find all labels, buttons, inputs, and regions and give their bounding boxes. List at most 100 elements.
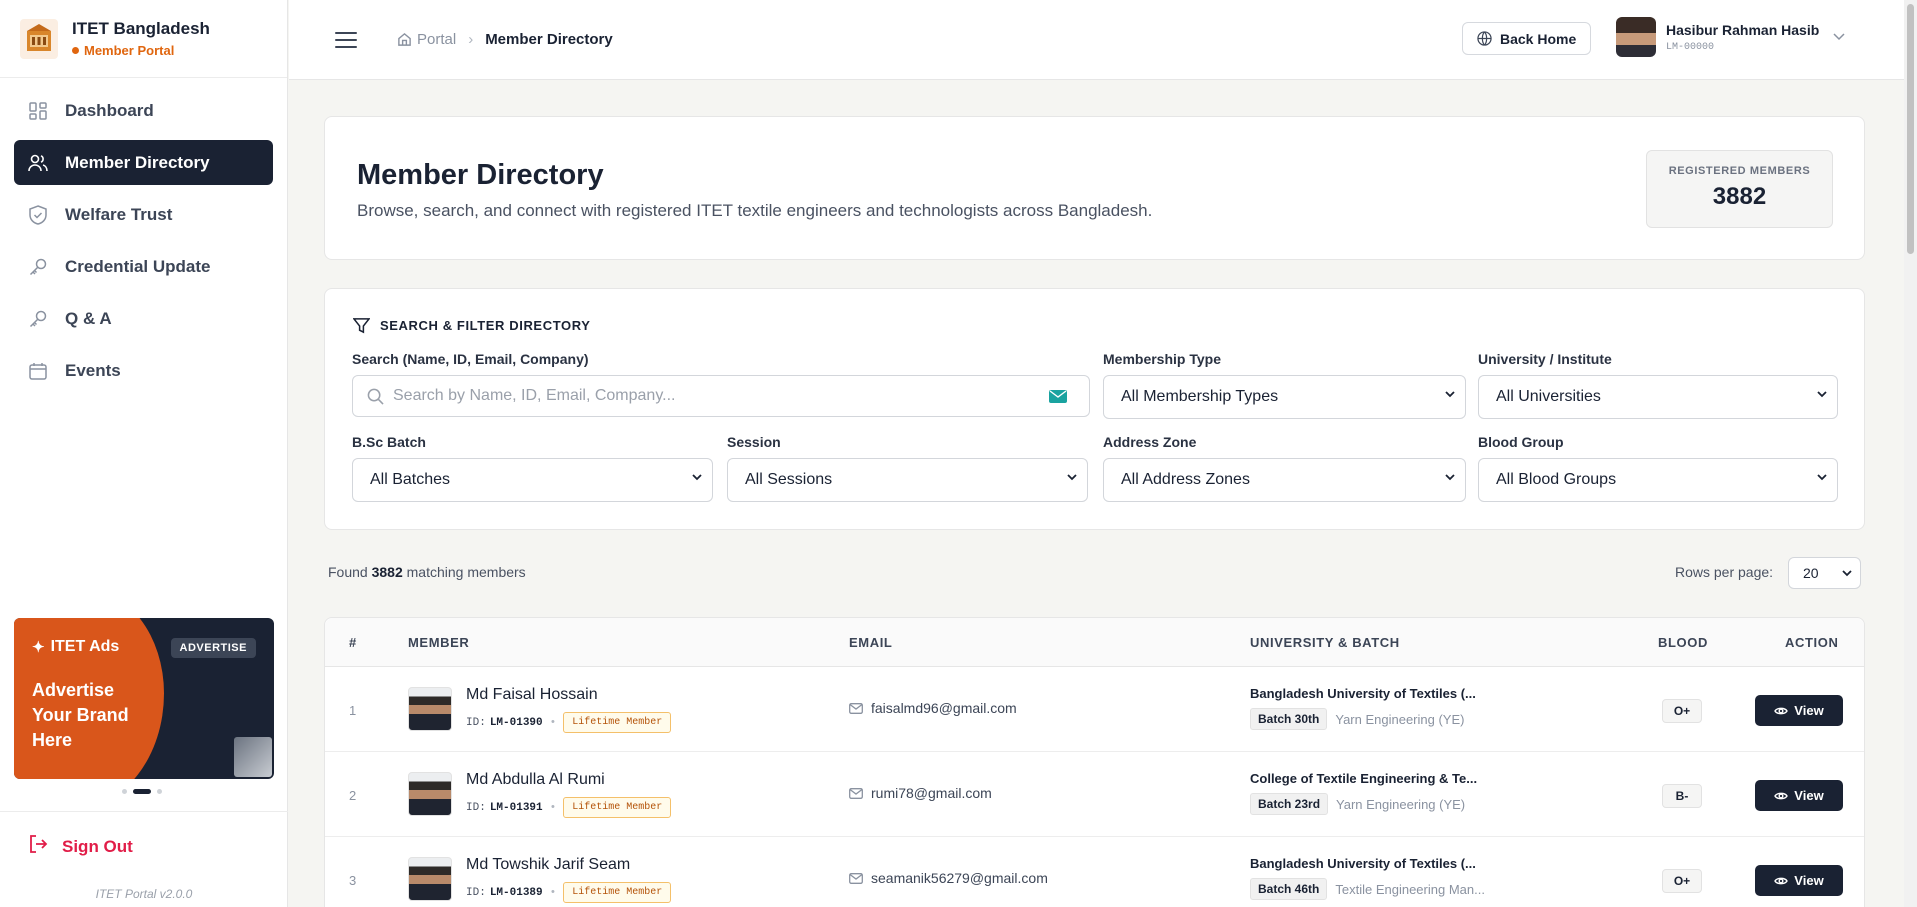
blood-group-select[interactable]: All Blood Groups: [1478, 458, 1838, 502]
ad-image: [234, 737, 272, 777]
brand[interactable]: ITET Bangladesh Member Portal: [0, 0, 287, 78]
column-header-email: EMAIL: [849, 635, 893, 650]
blood-group-value: All Blood Groups: [1496, 471, 1617, 488]
sidebar-item-welfare-trust[interactable]: Welfare Trust: [14, 192, 273, 237]
sidebar-item-dashboard[interactable]: Dashboard: [14, 88, 273, 133]
carousel-dot[interactable]: [122, 789, 127, 794]
sidebar-footer: Sign Out ITET Portal v2.0.0: [0, 811, 288, 901]
view-label: View: [1794, 788, 1824, 803]
member-university: Bangladesh University of Textiles (...: [1250, 686, 1476, 701]
sidebar-item-label: Dashboard: [65, 100, 154, 120]
table-row[interactable]: 2 Md Abdulla Al Rumi ID: LM-01391 • Life…: [325, 752, 1864, 837]
id-prefix: ID:: [466, 801, 486, 814]
member-email[interactable]: faisalmd96@gmail.com: [849, 700, 1017, 716]
table-row[interactable]: 3 Md Towshik Jarif Seam ID: LM-01389 • L…: [325, 837, 1864, 907]
menu-toggle-icon[interactable]: [335, 31, 357, 48]
view-label: View: [1794, 873, 1824, 888]
user-menu[interactable]: Hasibur Rahman Hasib LM-00000: [1616, 17, 1845, 57]
member-name: Md Faisal Hossain: [466, 686, 598, 703]
sidebar-item-q-and-a[interactable]: Q & A: [14, 296, 273, 341]
member-name: Md Towshik Jarif Seam: [466, 856, 631, 873]
home-icon: [398, 32, 411, 46]
brand-title: ITET Bangladesh: [72, 19, 210, 38]
rows-per-page-select[interactable]: 20: [1788, 557, 1861, 589]
member-meta: ID: LM-01391 • Lifetime Member: [466, 797, 672, 818]
sidebar-item-label: Credential Update: [65, 256, 211, 276]
ad-banner[interactable]: ✦ ITET Ads ADVERTISE Advertise Your Brand…: [14, 618, 274, 779]
view-label: View: [1794, 703, 1824, 718]
address-zone-select[interactable]: All Address Zones: [1103, 458, 1466, 502]
batch-tag: Batch 30th: [1250, 708, 1328, 730]
carousel-dot-active[interactable]: [133, 789, 151, 794]
sidebar-item-member-directory[interactable]: Member Directory: [14, 140, 273, 185]
breadcrumb-portal[interactable]: Portal: [397, 31, 456, 48]
advertise-badge[interactable]: ADVERTISE: [170, 638, 256, 658]
membership-type-value: All Membership Types: [1121, 388, 1279, 405]
bullet-separator: •: [549, 801, 557, 814]
eye-icon: [1774, 877, 1789, 884]
stat-label: REGISTERED MEMBERS: [1668, 165, 1811, 177]
page-scrollbar[interactable]: [1904, 0, 1917, 907]
id-prefix: ID:: [466, 886, 486, 899]
member-email[interactable]: rumi78@gmail.com: [849, 785, 992, 801]
view-button[interactable]: View: [1755, 780, 1843, 811]
member-university: Bangladesh University of Textiles (...: [1250, 856, 1476, 871]
carousel-dot[interactable]: [157, 789, 162, 794]
mail-icon: [849, 872, 863, 884]
member-email[interactable]: seamanik56279@gmail.com: [849, 870, 1048, 886]
user-name: Hasibur Rahman Hasib: [1666, 21, 1820, 38]
member-name: Md Abdulla Al Rumi: [466, 771, 605, 788]
mail-icon: [849, 702, 863, 714]
university-select[interactable]: All Universities: [1478, 375, 1838, 419]
membership-badge: Lifetime Member: [563, 797, 672, 818]
sidebar-item-events[interactable]: Events: [14, 348, 273, 393]
key-icon: [28, 257, 48, 277]
member-id: LM-01391: [489, 801, 543, 814]
membership-badge: Lifetime Member: [563, 882, 672, 903]
filter-title: SEARCH & FILTER DIRECTORY: [353, 317, 591, 334]
chevron-right-icon: ›: [468, 31, 474, 48]
batch-tag: Batch 46th: [1250, 878, 1328, 900]
batch-select[interactable]: All Batches: [352, 458, 713, 502]
calendar-icon: [28, 361, 48, 381]
back-home-label: Back Home: [1500, 30, 1577, 47]
member-id: LM-01389: [489, 886, 543, 899]
logout-icon: [28, 834, 48, 859]
found-count: 3882: [371, 564, 403, 580]
address-zone-value: All Address Zones: [1121, 471, 1250, 488]
registered-members-stat: REGISTERED MEMBERS 3882: [1646, 150, 1833, 228]
university-value: All Universities: [1496, 388, 1601, 405]
directory-header-card: Member Directory Browse, search, and con…: [324, 116, 1865, 260]
session-select[interactable]: All Sessions: [727, 458, 1088, 502]
search-input[interactable]: Search by Name, ID, Email, Company...: [352, 375, 1090, 417]
eye-icon: [1774, 707, 1789, 714]
chevron-down-icon: [1817, 391, 1827, 398]
blood-badge: O+: [1662, 699, 1702, 723]
session-label: Session: [727, 434, 781, 450]
member-meta: ID: LM-01390 • Lifetime Member: [466, 712, 672, 733]
id-prefix: ID:: [466, 716, 486, 729]
key-icon: [28, 309, 48, 329]
scrollbar-thumb[interactable]: [1907, 4, 1914, 254]
chevron-down-icon: [1833, 28, 1845, 46]
membership-type-select[interactable]: All Membership Types: [1103, 375, 1466, 419]
sidebar-item-label: Q & A: [65, 308, 112, 328]
sidebar-item-label: Member Directory: [65, 152, 210, 172]
breadcrumb-current: Member Directory: [485, 31, 613, 48]
sidebar-item-credential-update[interactable]: Credential Update: [14, 244, 273, 289]
view-button[interactable]: View: [1755, 695, 1843, 726]
chevron-down-icon: [1445, 391, 1455, 398]
back-home-button[interactable]: Back Home: [1462, 22, 1592, 55]
membership-type-label: Membership Type: [1103, 351, 1221, 367]
table-header: # MEMBER EMAIL UNIVERSITY & BATCH BLOOD …: [325, 618, 1864, 667]
member-email-text: seamanik56279@gmail.com: [871, 870, 1048, 886]
membership-badge: Lifetime Member: [563, 712, 672, 733]
batch-tag: Batch 23rd: [1250, 793, 1329, 815]
sign-out-button[interactable]: Sign Out: [0, 834, 288, 859]
table-row[interactable]: 1 Md Faisal Hossain ID: LM-01390 • Lifet…: [325, 667, 1864, 752]
bullet-separator: •: [549, 886, 557, 899]
mail-icon: [849, 787, 863, 799]
eye-icon: [1774, 792, 1789, 799]
results-count: Found 3882 matching members: [328, 564, 526, 580]
view-button[interactable]: View: [1755, 865, 1843, 896]
